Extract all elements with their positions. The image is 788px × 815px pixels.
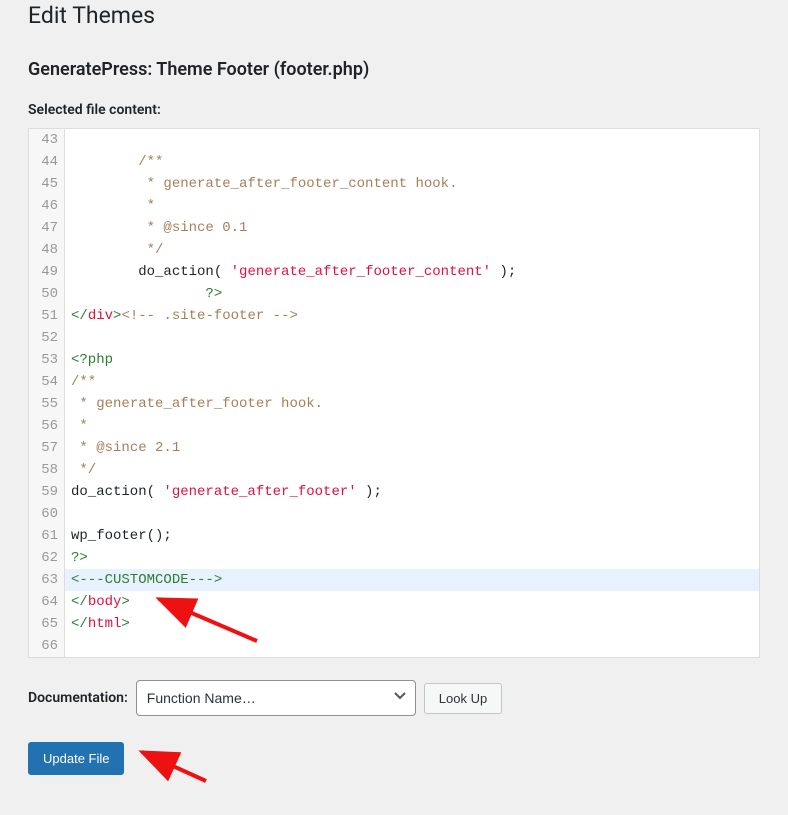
line-number: 60 xyxy=(35,503,58,525)
line-number: 57 xyxy=(35,437,58,459)
update-file-button[interactable]: Update File xyxy=(28,742,124,775)
code-line[interactable] xyxy=(71,129,753,151)
line-number: 48 xyxy=(35,239,58,261)
line-number: 53 xyxy=(35,349,58,371)
code-line[interactable]: * @since 2.1 xyxy=(71,437,753,459)
line-number: 46 xyxy=(35,195,58,217)
code-line[interactable]: * generate_after_footer_content hook. xyxy=(71,173,753,195)
file-subtitle: GeneratePress: Theme Footer (footer.php) xyxy=(28,59,760,80)
selected-file-label: Selected file content: xyxy=(28,102,760,118)
code-line[interactable]: * xyxy=(71,195,753,217)
line-number: 45 xyxy=(35,173,58,195)
code-line[interactable]: * xyxy=(71,415,753,437)
code-editor[interactable]: 4344454647484950515253545556575859606162… xyxy=(28,128,760,658)
code-content[interactable]: /** * generate_after_footer_content hook… xyxy=(65,129,759,657)
code-line[interactable] xyxy=(71,635,753,657)
line-number: 61 xyxy=(35,525,58,547)
line-number: 64 xyxy=(35,591,58,613)
code-line[interactable] xyxy=(71,327,753,349)
code-line[interactable]: */ xyxy=(71,239,753,261)
line-number: 49 xyxy=(35,261,58,283)
line-number: 66 xyxy=(35,635,58,657)
code-line[interactable]: </div><!-- .site-footer --> xyxy=(71,305,753,327)
code-line[interactable]: </body> xyxy=(71,591,753,613)
line-number: 63 xyxy=(35,569,58,591)
code-line[interactable] xyxy=(71,503,753,525)
line-number: 59 xyxy=(35,481,58,503)
documentation-select[interactable]: Function Name… xyxy=(136,680,416,716)
line-number: 43 xyxy=(35,129,58,151)
code-line[interactable]: ?> xyxy=(71,283,753,305)
code-line[interactable]: /** xyxy=(71,371,753,393)
code-line[interactable]: <---CUSTOMCODE---> xyxy=(65,569,759,591)
line-number: 62 xyxy=(35,547,58,569)
page-title: Edit Themes xyxy=(28,2,760,41)
line-number: 44 xyxy=(35,151,58,173)
code-line[interactable]: * @since 0.1 xyxy=(71,217,753,239)
line-number: 65 xyxy=(35,613,58,635)
line-gutter: 4344454647484950515253545556575859606162… xyxy=(29,129,65,657)
documentation-label: Documentation: xyxy=(28,690,128,706)
code-line[interactable]: /** xyxy=(71,151,753,173)
code-line[interactable]: <?php xyxy=(71,349,753,371)
lookup-button[interactable]: Look Up xyxy=(424,683,502,714)
line-number: 54 xyxy=(35,371,58,393)
code-line[interactable]: do_action( 'generate_after_footer' ); xyxy=(71,481,753,503)
line-number: 51 xyxy=(35,305,58,327)
annotation-arrow-icon xyxy=(136,746,216,786)
line-number: 58 xyxy=(35,459,58,481)
code-line[interactable]: do_action( 'generate_after_footer_conten… xyxy=(71,261,753,283)
line-number: 47 xyxy=(35,217,58,239)
line-number: 52 xyxy=(35,327,58,349)
line-number: 56 xyxy=(35,415,58,437)
code-line[interactable]: </html> xyxy=(71,613,753,635)
code-line[interactable]: */ xyxy=(71,459,753,481)
code-line[interactable]: wp_footer(); xyxy=(71,525,753,547)
line-number: 55 xyxy=(35,393,58,415)
documentation-row: Documentation: Function Name… Look Up xyxy=(28,680,760,716)
code-line[interactable]: * generate_after_footer hook. xyxy=(71,393,753,415)
line-number: 50 xyxy=(35,283,58,305)
code-line[interactable]: ?> xyxy=(71,547,753,569)
